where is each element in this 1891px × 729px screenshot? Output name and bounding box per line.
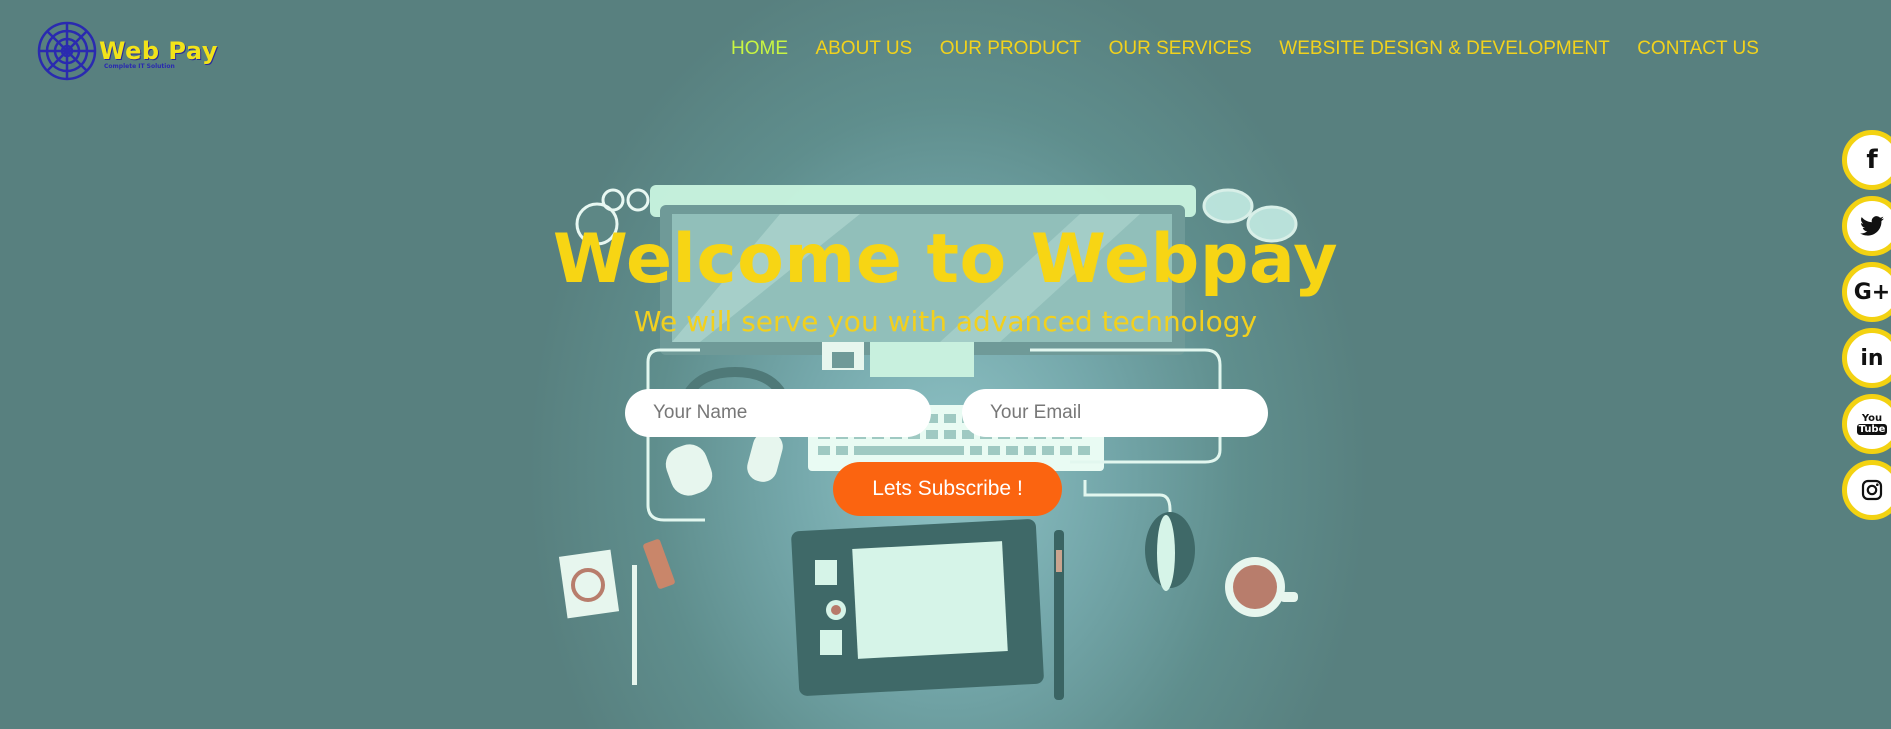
- hero-subtitle: We will serve you with advanced technolo…: [633, 305, 1258, 338]
- logo-tagline: Complete IT Solution: [104, 63, 175, 70]
- subscribe-button[interactable]: Lets Subscribe !: [833, 462, 1062, 516]
- nav-item-our-services[interactable]: OUR SERVICES: [1109, 38, 1252, 60]
- nav-item-website-design[interactable]: WEBSITE DESIGN & DEVELOPMENT: [1279, 38, 1609, 60]
- logo-web-icon[interactable]: [36, 20, 98, 82]
- main-nav: HOME ABOUT US OUR PRODUCT OUR SERVICES W…: [731, 38, 1759, 60]
- instagram-camera-glyph: [1861, 479, 1883, 501]
- name-input[interactable]: [625, 389, 931, 437]
- nav-item-home[interactable]: HOME: [731, 38, 788, 60]
- nav-item-our-product[interactable]: OUR PRODUCT: [940, 38, 1081, 60]
- email-input[interactable]: [962, 389, 1268, 437]
- desk-illustration: [558, 185, 1298, 700]
- twitter-bird-glyph: [1860, 216, 1884, 236]
- hero-title: Welcome to Webpay: [552, 220, 1339, 299]
- logo-name[interactable]: Web Pay: [99, 37, 218, 65]
- nav-item-contact-us[interactable]: CONTACT US: [1637, 38, 1759, 60]
- nav-item-about-us[interactable]: ABOUT US: [815, 38, 912, 60]
